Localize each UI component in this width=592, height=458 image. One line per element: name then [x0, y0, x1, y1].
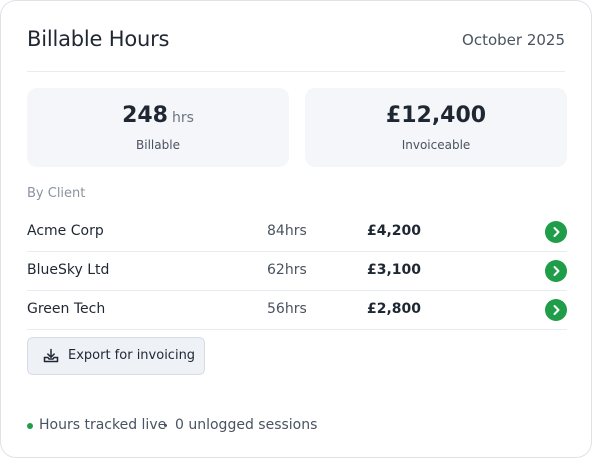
chevron-right-icon[interactable]	[545, 299, 567, 321]
client-row-bluesky-ltd[interactable]: BlueSky Ltd 62hrs £3,100	[27, 251, 567, 291]
billable-hours-unit: hrs	[172, 110, 194, 126]
client-amount: £2,800	[367, 301, 422, 317]
download-tray-icon	[42, 347, 60, 365]
client-hours: 62hrs	[267, 262, 307, 278]
client-name: Green Tech	[27, 301, 106, 317]
by-client-heading: By Client	[27, 186, 86, 201]
card-header: Billable Hours October 2025	[27, 27, 565, 72]
invoiceable-amount-value: £12,400	[385, 103, 487, 128]
client-row-acme-corp[interactable]: Acme Corp 84hrs £4,200	[27, 212, 567, 252]
client-name: Acme Corp	[27, 223, 104, 239]
client-amount: £4,200	[367, 223, 422, 239]
client-amount: £3,100	[367, 262, 422, 278]
client-hours: 84hrs	[267, 223, 307, 239]
invoiceable-amount-stat: £12,400 Invoiceable	[305, 88, 567, 167]
invoiceable-amount-label: Invoiceable	[401, 138, 471, 152]
client-row-green-tech[interactable]: Green Tech 56hrs £2,800	[27, 290, 567, 330]
card-title: Billable Hours	[27, 27, 170, 51]
live-status-dot	[27, 423, 33, 429]
separator-dot	[164, 424, 167, 427]
client-name: BlueSky Ltd	[27, 262, 110, 278]
export-button-label: Export for invoicing	[68, 348, 196, 363]
export-for-invoicing-button[interactable]: Export for invoicing	[27, 337, 205, 375]
chevron-right-icon[interactable]	[545, 221, 567, 243]
billable-hours-label: Billable	[136, 138, 180, 152]
chevron-right-icon[interactable]	[545, 260, 567, 282]
tracking-status-text: Hours tracked live	[39, 417, 167, 433]
client-hours: 56hrs	[267, 301, 307, 317]
billable-hours-card: Billable Hours October 2025 248 hrs Billa…	[0, 0, 592, 458]
billable-hours-stat: 248 hrs Billable	[27, 88, 289, 167]
period-label: October 2025	[462, 31, 565, 49]
unlogged-sessions-text: 0 unlogged sessions	[175, 417, 318, 433]
billable-hours-value: 248	[122, 103, 168, 128]
